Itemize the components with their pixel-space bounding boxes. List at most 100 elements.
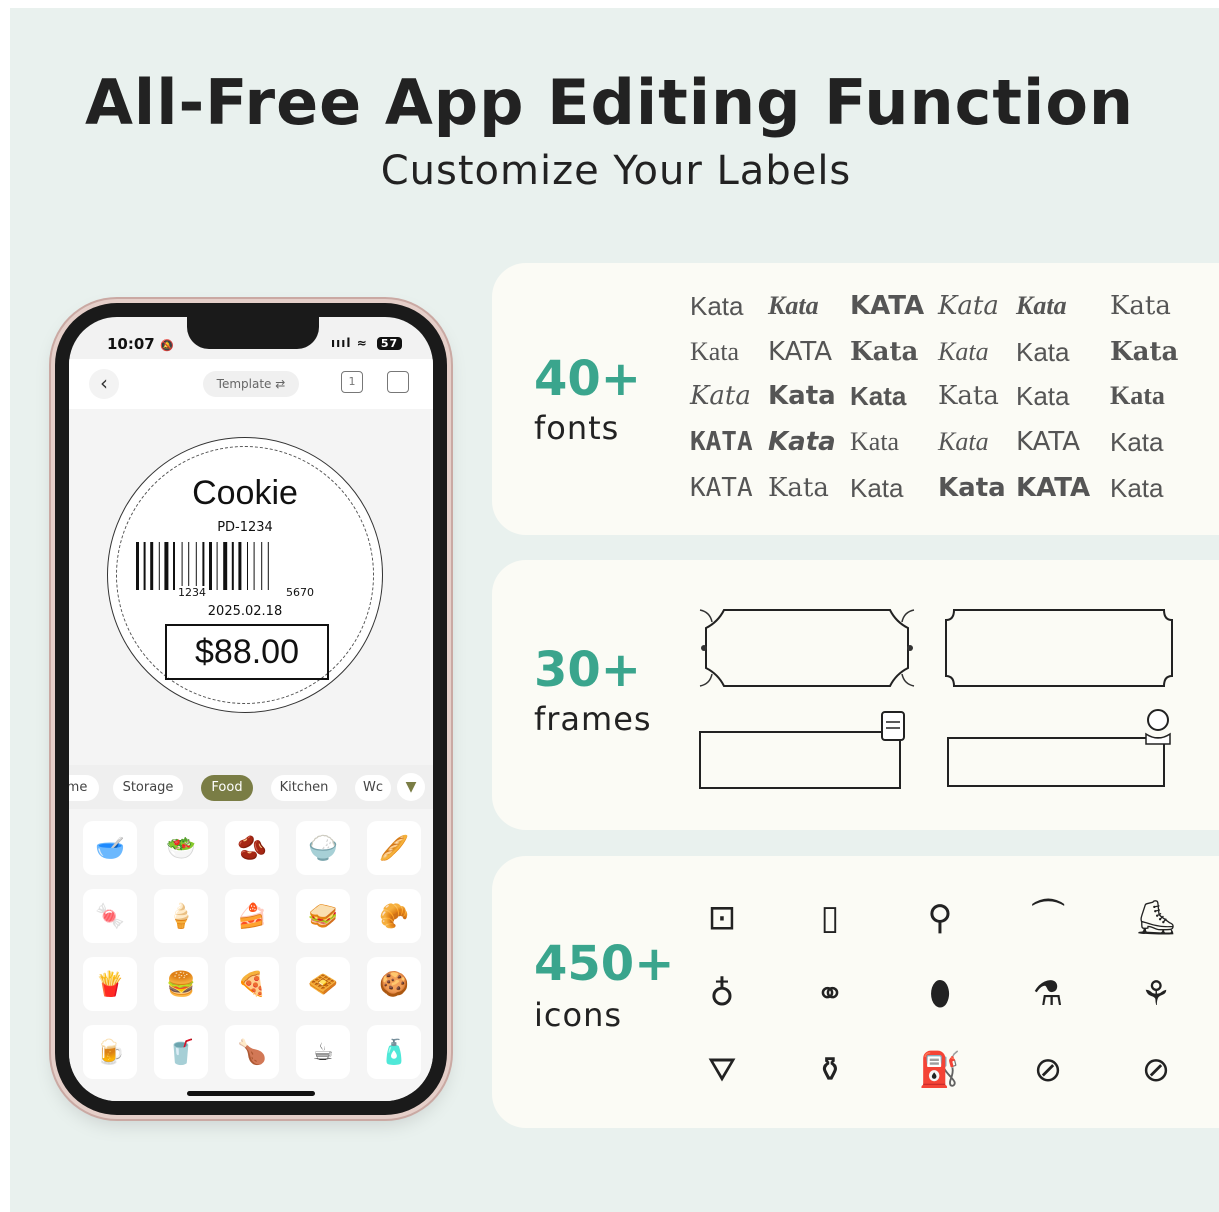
font-sample-4: Kata <box>938 291 999 321</box>
font-sample-29: KATA <box>1016 473 1091 503</box>
bottle-icon[interactable]: 🧴 <box>367 1025 421 1079</box>
spray-bottle-icon: ⛽ <box>918 1050 962 1090</box>
font-sample-10: Kata <box>938 337 989 366</box>
fonts-count: 40+ <box>534 351 642 407</box>
category-bar: me Storage Food Kitchen Wc ▼ <box>69 765 433 809</box>
font-sample-14: Kata <box>768 381 836 411</box>
status-icons: ıııl ≈ 57 <box>331 336 403 350</box>
waffle-icon[interactable]: 🧇 <box>296 957 350 1011</box>
font-sample-8: KATA <box>768 337 833 367</box>
swap-icon: ⇄ <box>275 377 286 391</box>
category-chip-wc[interactable]: Wc <box>355 775 391 801</box>
baby-wrap-icon: ⬮ <box>929 974 951 1014</box>
save-icon[interactable] <box>387 371 409 393</box>
icons-word: icons <box>534 996 623 1034</box>
sandwich-icon[interactable]: 🥪 <box>296 889 350 943</box>
dress-icon: ⛛ <box>707 1050 737 1090</box>
label-canvas[interactable]: Cookie PD-1234 1234 5670 2025.02.18 $88.… <box>69 409 433 765</box>
label-date: 2025.02.18 <box>207 604 283 619</box>
pacifier-icon: ⚭ <box>815 974 845 1014</box>
font-sample-9: Kata <box>850 337 919 367</box>
compact-mirror-icon: ⊘ <box>1141 1050 1171 1090</box>
font-sample-15: Kata <box>850 381 907 411</box>
icon-grid: 🥣 🥗 🫘 🍚 🥖 🍬 🍦 🍰 🥪 🥐 🍟 🍔 🍕 🧇 🍪 🍺 🥤 🍗 ☕ 🧴 <box>69 809 433 1101</box>
category-chip-kitchen[interactable]: Kitchen <box>271 775 337 801</box>
label-code: PD-1234 <box>217 520 273 535</box>
salad-bowl-icon[interactable]: 🥗 <box>154 821 208 875</box>
label-name: Cookie <box>192 474 298 512</box>
category-chip-storage[interactable]: Storage <box>113 775 183 801</box>
template-button[interactable]: Template ⇄ <box>203 371 299 397</box>
roast-chicken-icon[interactable]: 🍗 <box>225 1025 279 1079</box>
label-price: $88.00 <box>165 624 329 680</box>
barcode-right-digits: 5670 <box>284 586 316 599</box>
font-sample-27: Kata <box>850 473 904 503</box>
category-chip-food[interactable]: Food <box>201 775 253 801</box>
earrings-icon: ⚘ <box>1140 974 1172 1014</box>
font-sample-17: Kata <box>1016 381 1070 411</box>
santa-frame <box>947 709 1171 787</box>
desk-lamp-icon: ⚲ <box>927 898 953 938</box>
frames-card: 30+ frames <box>492 560 1219 830</box>
ice-cream-icon[interactable]: 🍦 <box>154 889 208 943</box>
notched-frame <box>945 609 1173 687</box>
page-count-icon[interactable]: 1 <box>341 371 363 393</box>
back-button[interactable]: ‹ <box>89 369 119 399</box>
icons-count: 450+ <box>534 936 675 992</box>
battery-icon: 57 <box>376 337 403 350</box>
burger-icon[interactable]: 🍔 <box>154 957 208 1011</box>
frames-count: 30+ <box>534 642 642 698</box>
font-sample-20: Kata <box>768 427 836 457</box>
icons-card: 450+ icons ⊡ ▯ ⚲ ⏜ ⛸ ♁ ⚭ ⬮ ⚗ ⚘ ⛛ ⚱ ⛽ ⊘ ⊘ <box>492 856 1219 1128</box>
cake-icon[interactable]: 🍰 <box>225 889 279 943</box>
font-sample-11: Kata <box>1016 337 1070 367</box>
beer-mug-icon[interactable]: 🍺 <box>83 1025 137 1079</box>
font-sample-3: KATA <box>850 291 925 321</box>
coffee-cup-icon[interactable]: ☕ <box>296 1025 350 1079</box>
pizza-icon[interactable]: 🍕 <box>225 957 279 1011</box>
phone-screen: 10:07 🔕 ıııl ≈ 57 ‹ Template ⇄ 1 Cookie … <box>69 317 433 1101</box>
bread-icon[interactable]: 🥖 <box>367 821 421 875</box>
power-socket-icon: ⊡ <box>707 898 737 938</box>
phone-notch <box>187 317 319 349</box>
hair-dryer-icon: ⚗ <box>1032 974 1064 1014</box>
fonts-word: fonts <box>534 409 620 447</box>
template-label: Template <box>216 377 272 391</box>
round-label[interactable]: Cookie PD-1234 1234 5670 2025.02.18 $88.… <box>107 437 383 713</box>
wifi-icon: ≈ <box>356 336 368 350</box>
croissant-icon[interactable]: 🥐 <box>367 889 421 943</box>
drink-cup-icon[interactable]: 🥤 <box>154 1025 208 1079</box>
boot-icon: ⛸ <box>1134 898 1178 938</box>
font-sample-13: Kata <box>690 381 751 411</box>
phone-mockup: 10:07 🔕 ıııl ≈ 57 ‹ Template ⇄ 1 Cookie … <box>55 303 447 1115</box>
font-sample-5: Kata <box>1016 291 1067 320</box>
beans-icon[interactable]: 🫘 <box>225 821 279 875</box>
frames-word: frames <box>534 700 652 738</box>
bowl-fruit-icon[interactable]: 🥣 <box>83 821 137 875</box>
category-chip-home[interactable]: me <box>69 775 99 801</box>
app-header: ‹ Template ⇄ 1 <box>69 359 433 409</box>
bottles-icon: ⚱ <box>815 1050 845 1090</box>
bell-muted-icon: 🔕 <box>159 339 174 352</box>
font-sample-28: Kata <box>938 473 1006 503</box>
font-sample-25: KATA <box>690 473 753 503</box>
font-sample-24: Kata <box>1110 427 1164 457</box>
font-sample-6: Kata <box>1110 291 1171 321</box>
rice-bowl-icon[interactable]: 🍚 <box>296 821 350 875</box>
barcode-left-digits: 1234 <box>176 586 208 599</box>
fries-icon[interactable]: 🍟 <box>83 957 137 1011</box>
font-sample-30: Kata <box>1110 473 1164 503</box>
fonts-card: 40+ fonts Kata Kata KATA Kata Kata Kata Kata KA… <box>492 263 1219 535</box>
font-sample-22: Kata <box>938 427 989 456</box>
clipboard-frame <box>699 711 905 789</box>
switch-icon: ▯ <box>820 898 840 938</box>
hanger-icon: ⏜ <box>1031 898 1065 938</box>
font-sample-26: Kata <box>768 473 829 503</box>
font-sample-19: KATA <box>690 427 753 457</box>
status-time: 10:07 🔕 <box>107 335 174 353</box>
candy-icon[interactable]: 🍬 <box>83 889 137 943</box>
chevron-down-icon[interactable]: ▼ <box>397 773 425 801</box>
home-indicator <box>187 1091 315 1096</box>
font-sample-2: Kata <box>768 291 819 320</box>
cookie-icon[interactable]: 🍪 <box>367 957 421 1011</box>
